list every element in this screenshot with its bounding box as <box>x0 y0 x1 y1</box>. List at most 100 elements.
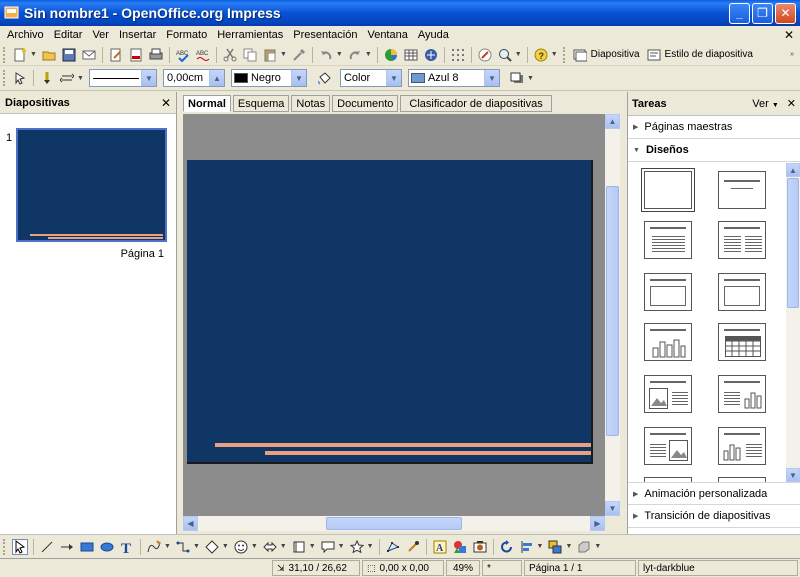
slide-canvas[interactable] <box>187 160 593 464</box>
menu-editar[interactable]: Editar <box>49 29 88 41</box>
scroll-down-button[interactable]: ▼ <box>605 501 620 516</box>
close-tasks-panel-button[interactable]: ✕ <box>787 97 796 110</box>
line-tool-icon[interactable] <box>39 539 55 555</box>
layout-title-chart-text[interactable] <box>718 427 766 465</box>
section-layouts[interactable]: ▼ Diseños <box>628 139 800 162</box>
toolbar-overflow-icon[interactable]: » <box>790 51 794 58</box>
table-icon[interactable] <box>403 47 419 63</box>
line-style-select[interactable]: ▼ <box>88 69 157 87</box>
redo-dropdown[interactable]: ▼ <box>365 51 372 58</box>
select-mode-icon[interactable] <box>12 70 28 86</box>
vertical-scrollbar[interactable]: ▲ ▼ <box>605 114 620 516</box>
slide-style-button[interactable]: Estilo de diapositiva <box>665 49 753 60</box>
scroll-up-button[interactable]: ▲ <box>786 163 800 177</box>
tab-notas[interactable]: Notas <box>291 95 331 112</box>
stylist-icon[interactable] <box>477 47 493 63</box>
shadow-icon[interactable] <box>509 70 525 86</box>
zoom-icon[interactable] <box>497 47 513 63</box>
toolbar-grip[interactable] <box>3 70 7 86</box>
curve-tool-icon[interactable] <box>146 539 162 555</box>
menu-ayuda[interactable]: Ayuda <box>413 29 454 41</box>
tab-clasificador[interactable]: Clasificador de diapositivas <box>400 95 552 112</box>
area-style-select[interactable]: Color ▼ <box>339 69 402 87</box>
toolbar-overflow-icon[interactable]: ▼ <box>527 75 534 82</box>
new-dropdown[interactable]: ▼ <box>30 51 37 58</box>
symbol-shapes-dropdown[interactable]: ▼ <box>251 543 258 550</box>
toolbar-overflow-icon[interactable]: ▼ <box>551 51 558 58</box>
stars-icon[interactable] <box>349 539 365 555</box>
symbol-shapes-icon[interactable] <box>233 539 249 555</box>
open-folder-icon[interactable] <box>41 47 57 63</box>
navigator-icon[interactable] <box>423 47 439 63</box>
redo-icon[interactable] <box>347 47 363 63</box>
select-arrow-icon[interactable] <box>12 538 28 555</box>
fontwork-icon[interactable]: A <box>432 539 448 555</box>
undo-icon[interactable] <box>318 47 334 63</box>
rectangle-tool-icon[interactable] <box>79 539 95 555</box>
close-slides-panel-button[interactable]: ✕ <box>161 96 171 110</box>
block-arrows-dropdown[interactable]: ▼ <box>280 543 287 550</box>
scroll-thumb[interactable] <box>326 517 462 530</box>
print-icon[interactable] <box>148 47 164 63</box>
slide-button[interactable]: Diapositiva <box>591 49 640 60</box>
close-window-button[interactable]: ✕ <box>775 2 796 24</box>
line-icon[interactable] <box>39 70 55 86</box>
new-document-icon[interactable] <box>12 47 28 63</box>
area-fill-icon[interactable] <box>316 70 332 86</box>
edit-file-icon[interactable] <box>108 47 124 63</box>
menu-presentacion[interactable]: Presentación <box>288 29 362 41</box>
flowchart-icon[interactable] <box>291 539 307 555</box>
menu-ventana[interactable]: Ventana <box>362 29 412 41</box>
cut-icon[interactable] <box>222 47 238 63</box>
menu-insertar[interactable]: Insertar <box>114 29 161 41</box>
scroll-thumb[interactable] <box>787 178 799 308</box>
export-pdf-icon[interactable] <box>128 47 144 63</box>
tab-documento[interactable]: Documento <box>332 95 399 112</box>
layout-title-box-alt[interactable] <box>718 273 766 311</box>
arrange-icon[interactable] <box>547 539 563 555</box>
stars-dropdown[interactable]: ▼ <box>367 543 374 550</box>
undo-dropdown[interactable]: ▼ <box>336 51 343 58</box>
scroll-right-button[interactable]: ▶ <box>590 516 605 531</box>
minimize-button[interactable]: _ <box>729 2 750 24</box>
copy-icon[interactable] <box>242 47 258 63</box>
line-width-field[interactable]: 0,00cm ▲ <box>162 69 225 87</box>
menu-ver[interactable]: Ver <box>87 29 114 41</box>
glue-points-icon[interactable] <box>405 539 421 555</box>
points-edit-icon[interactable] <box>385 539 401 555</box>
scroll-thumb[interactable] <box>606 186 619 436</box>
layout-title-two-content[interactable] <box>718 221 766 259</box>
clone-format-icon[interactable] <box>291 47 307 63</box>
section-custom-animation[interactable]: ▶ Animación personalizada <box>628 482 800 505</box>
layout-title-chart[interactable] <box>644 323 692 361</box>
area-color-select[interactable]: Azul 8 ▼ <box>407 69 500 87</box>
toolbar-overflow-icon[interactable]: ▼ <box>594 543 601 550</box>
callout-icon[interactable] <box>320 539 336 555</box>
text-tool-icon[interactable]: T <box>119 539 135 555</box>
layout-title-text-chart[interactable] <box>718 375 766 413</box>
email-icon[interactable] <box>81 47 97 63</box>
curve-dropdown[interactable]: ▼ <box>164 543 171 550</box>
connector-tool-icon[interactable] <box>175 539 191 555</box>
spellcheck-icon[interactable]: ABC <box>175 47 191 63</box>
arrange-dropdown[interactable]: ▼ <box>565 543 572 550</box>
gallery-icon[interactable] <box>452 539 468 555</box>
tab-esquema[interactable]: Esquema <box>232 95 290 112</box>
close-document-button[interactable]: ✕ <box>784 28 794 42</box>
scroll-up-button[interactable]: ▲ <box>605 114 620 129</box>
align-icon[interactable] <box>519 539 535 555</box>
scroll-left-button[interactable]: ◀ <box>183 516 198 531</box>
ellipse-tool-icon[interactable] <box>99 539 115 555</box>
basic-shapes-icon[interactable] <box>204 539 220 555</box>
layout-title-only[interactable] <box>718 171 766 209</box>
paste-icon[interactable] <box>262 47 278 63</box>
insert-image-icon[interactable] <box>472 539 488 555</box>
toolbar-grip[interactable] <box>3 538 7 555</box>
menu-archivo[interactable]: Archivo <box>2 29 49 41</box>
arrow-style-icon[interactable] <box>59 70 75 86</box>
line-color-select[interactable]: Negro ▼ <box>230 69 307 87</box>
save-icon[interactable] <box>61 47 77 63</box>
help-icon[interactable]: ? <box>533 47 549 63</box>
layout-title-table[interactable] <box>718 323 766 361</box>
menu-herramientas[interactable]: Herramientas <box>212 29 288 41</box>
